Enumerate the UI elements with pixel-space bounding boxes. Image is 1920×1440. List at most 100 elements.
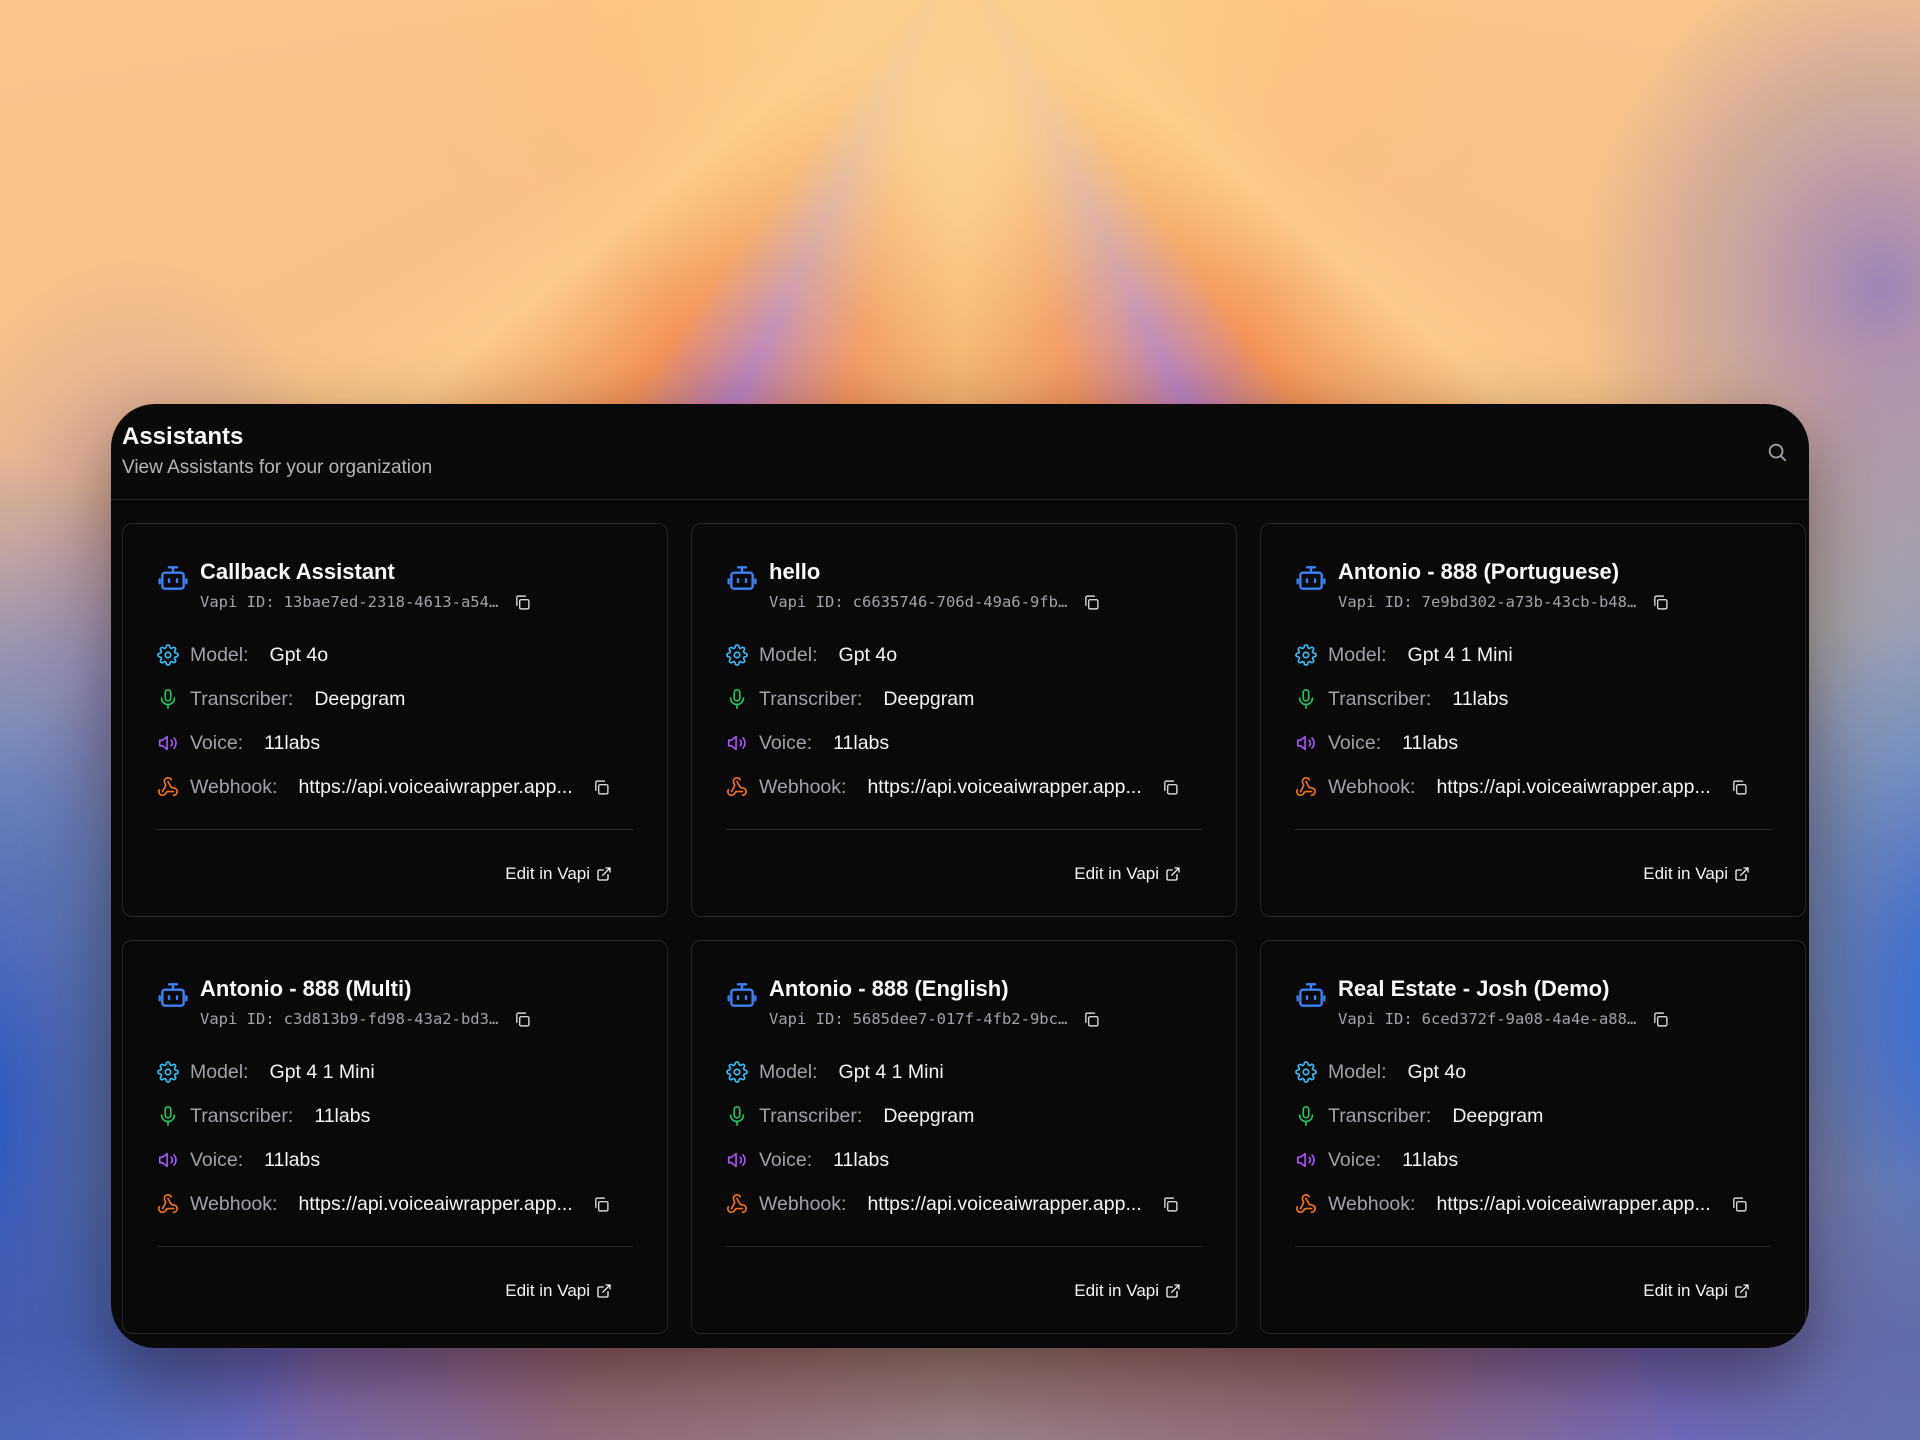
voice-label: Voice: (190, 731, 244, 754)
vapi-id-row: Vapi ID: 5685dee7-017f-4fb2-9bc… (769, 1008, 1100, 1030)
transcriber-row: Transcriber: Deepgram (726, 677, 1202, 721)
copy-webhook-icon[interactable] (1731, 1196, 1748, 1213)
copy-id-icon[interactable] (1652, 594, 1669, 611)
webhook-label: Webhook: (759, 775, 847, 798)
model-row: Model: Gpt 4 1 Mini (157, 1050, 633, 1094)
webhook-row: Webhook: https://api.voiceaiwrapper.app.… (726, 1182, 1202, 1226)
vapi-id-value: c3d813b9-fd98-43a2-bd3… (283, 1010, 499, 1028)
copy-webhook-icon[interactable] (593, 1196, 610, 1213)
external-link-icon (1735, 1284, 1749, 1298)
webhook-row: Webhook: https://api.voiceaiwrapper.app.… (1295, 765, 1771, 809)
assistant-properties: Model: Gpt 4 1 Mini Transcriber: 11labs … (1295, 633, 1771, 809)
webhook-value: https://api.voiceaiwrapper.app... (867, 775, 1142, 798)
transcriber-row: Transcriber: Deepgram (157, 677, 633, 721)
assistant-card: hello Vapi ID: c6635746-706d-49a6-9fb… M… (691, 523, 1237, 917)
assistant-properties: Model: Gpt 4 1 Mini Transcriber: 11labs … (157, 1050, 633, 1226)
bot-icon (1296, 983, 1326, 1007)
transcriber-row: Transcriber: Deepgram (726, 1094, 1202, 1138)
model-value: Gpt 4o (838, 643, 898, 666)
copy-webhook-icon[interactable] (1162, 779, 1179, 796)
model-label: Model: (759, 1060, 818, 1083)
search-button[interactable] (1763, 438, 1791, 466)
edit-in-vapi-label: Edit in Vapi (505, 864, 590, 883)
transcriber-row: Transcriber: 11labs (157, 1094, 633, 1138)
speaker-icon (1296, 1152, 1315, 1168)
card-header: hello Vapi ID: c6635746-706d-49a6-9fb… (726, 558, 1202, 613)
voice-value: 11labs (1402, 731, 1459, 754)
vapi-id-value: 5685dee7-017f-4fb2-9bc… (852, 1010, 1068, 1028)
vapi-id-value: 6ced372f-9a08-4a4e-a88… (1421, 1010, 1637, 1028)
voice-value: 11labs (264, 731, 321, 754)
vapi-id-row: Vapi ID: c6635746-706d-49a6-9fb… (769, 591, 1100, 613)
gear-icon (1295, 644, 1317, 666)
copy-id-icon[interactable] (1083, 594, 1100, 611)
webhook-row: Webhook: https://api.voiceaiwrapper.app.… (157, 1182, 633, 1226)
edit-in-vapi-link[interactable]: Edit in Vapi (1074, 864, 1181, 884)
copy-webhook-icon[interactable] (1731, 779, 1748, 796)
edit-in-vapi-link[interactable]: Edit in Vapi (505, 864, 612, 884)
assistants-grid: Callback Assistant Vapi ID: 13bae7ed-231… (122, 523, 1806, 1334)
voice-row: Voice: 11labs (157, 721, 633, 765)
copy-id-icon[interactable] (514, 594, 531, 611)
model-row: Model: Gpt 4 1 Mini (1295, 633, 1771, 677)
external-link-icon (1166, 867, 1180, 881)
vapi-id-row: Vapi ID: 7e9bd302-a73b-43cb-b48… (1338, 591, 1669, 613)
assistant-card: Real Estate - Josh (Demo) Vapi ID: 6ced3… (1260, 940, 1806, 1334)
transcriber-value: Deepgram (883, 1104, 975, 1127)
vapi-id-label: Vapi ID: (769, 1010, 844, 1028)
assistant-name: Antonio - 888 (Multi) (200, 976, 412, 1001)
speaker-icon (727, 735, 746, 751)
webhook-icon (1296, 777, 1316, 797)
webhook-label: Webhook: (1328, 775, 1416, 798)
card-header: Antonio - 888 (Portuguese) Vapi ID: 7e9b… (1295, 558, 1771, 613)
page-title: Assistants (122, 423, 244, 450)
vapi-id-row: Vapi ID: 13bae7ed-2318-4613-a54… (200, 591, 531, 613)
transcriber-value: Deepgram (1452, 1104, 1544, 1127)
model-row: Model: Gpt 4o (157, 633, 633, 677)
speaker-icon (1296, 735, 1315, 751)
assistant-name: hello (769, 559, 821, 584)
vapi-id-label: Vapi ID: (1338, 593, 1413, 611)
vapi-id-value: c6635746-706d-49a6-9fb… (852, 593, 1068, 611)
voice-label: Voice: (1328, 731, 1382, 754)
copy-id-icon[interactable] (1083, 1011, 1100, 1028)
voice-row: Voice: 11labs (157, 1138, 633, 1182)
assistant-name: Antonio - 888 (Portuguese) (1338, 559, 1620, 584)
card-header: Antonio - 888 (English) Vapi ID: 5685dee… (726, 975, 1202, 1030)
assistant-name: Real Estate - Josh (Demo) (1338, 976, 1610, 1001)
transcriber-row: Transcriber: 11labs (1295, 677, 1771, 721)
edit-in-vapi-link[interactable]: Edit in Vapi (505, 1281, 612, 1301)
model-value: Gpt 4 1 Mini (1407, 643, 1513, 666)
external-link-icon (597, 1284, 611, 1298)
assistant-card: Antonio - 888 (Multi) Vapi ID: c3d813b9-… (122, 940, 668, 1334)
model-value: Gpt 4 1 Mini (838, 1060, 944, 1083)
edit-in-vapi-link[interactable]: Edit in Vapi (1643, 864, 1750, 884)
copy-id-icon[interactable] (1652, 1011, 1669, 1028)
edit-in-vapi-link[interactable]: Edit in Vapi (1643, 1281, 1750, 1301)
webhook-row: Webhook: https://api.voiceaiwrapper.app.… (1295, 1182, 1771, 1226)
speaker-icon (727, 1152, 746, 1168)
webhook-value: https://api.voiceaiwrapper.app... (298, 1192, 573, 1215)
webhook-icon (727, 777, 747, 797)
vapi-id-row: Vapi ID: c3d813b9-fd98-43a2-bd3… (200, 1008, 531, 1030)
page-subtitle: View Assistants for your organization (122, 457, 433, 478)
page-header: Assistants View Assistants for your orga… (111, 404, 1809, 500)
voice-row: Voice: 11labs (726, 1138, 1202, 1182)
voice-label: Voice: (190, 1148, 244, 1171)
transcriber-label: Transcriber: (759, 687, 863, 710)
edit-in-vapi-label: Edit in Vapi (1074, 1281, 1159, 1300)
copy-webhook-icon[interactable] (1162, 1196, 1179, 1213)
bot-icon (727, 983, 757, 1007)
transcriber-row: Transcriber: Deepgram (1295, 1094, 1771, 1138)
model-row: Model: Gpt 4o (1295, 1050, 1771, 1094)
webhook-value: https://api.voiceaiwrapper.app... (1436, 1192, 1711, 1215)
vapi-id-value: 13bae7ed-2318-4613-a54… (283, 593, 499, 611)
copy-webhook-icon[interactable] (593, 779, 610, 796)
edit-in-vapi-link[interactable]: Edit in Vapi (1074, 1281, 1181, 1301)
edit-in-vapi-label: Edit in Vapi (1643, 864, 1728, 883)
vapi-id-label: Vapi ID: (1338, 1010, 1413, 1028)
card-divider (157, 1246, 633, 1247)
copy-id-icon[interactable] (514, 1011, 531, 1028)
card-header: Antonio - 888 (Multi) Vapi ID: c3d813b9-… (157, 975, 633, 1030)
model-label: Model: (759, 643, 818, 666)
